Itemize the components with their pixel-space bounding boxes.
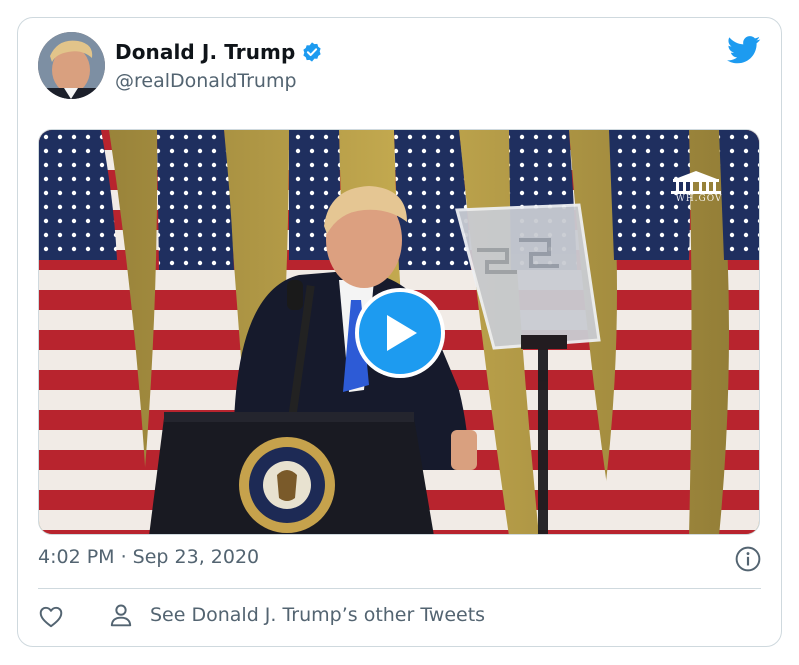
- watermark: WH.GOV: [669, 170, 729, 204]
- tweet-card: Donald J. Trump @realDonaldTrump WH.GOV …: [17, 17, 782, 647]
- see-other-tweets-link[interactable]: See Donald J. Trump’s other Tweets: [108, 602, 485, 628]
- watermark-text: WH.GOV: [675, 194, 723, 204]
- twitter-bird-icon[interactable]: [727, 36, 761, 64]
- avatar-image: [38, 32, 105, 99]
- person-icon: [110, 604, 132, 627]
- divider: [38, 588, 761, 589]
- white-house-icon: [671, 171, 721, 194]
- author-handle[interactable]: @realDonaldTrump: [115, 70, 297, 92]
- play-icon: [387, 315, 417, 351]
- info-icon[interactable]: [735, 546, 761, 572]
- verified-badge-icon: [303, 42, 322, 62]
- video-player[interactable]: WH.GOV: [38, 129, 760, 535]
- tweet-timestamp[interactable]: 4:02 PM · Sep 23, 2020: [38, 546, 259, 568]
- heart-icon[interactable]: [38, 604, 64, 630]
- play-button[interactable]: [355, 288, 445, 378]
- author-avatar[interactable]: [38, 32, 105, 99]
- author-name-row[interactable]: Donald J. Trump: [115, 40, 323, 64]
- see-other-tweets-label[interactable]: See Donald J. Trump’s other Tweets: [150, 604, 485, 626]
- author-display-name[interactable]: Donald J. Trump: [115, 40, 295, 64]
